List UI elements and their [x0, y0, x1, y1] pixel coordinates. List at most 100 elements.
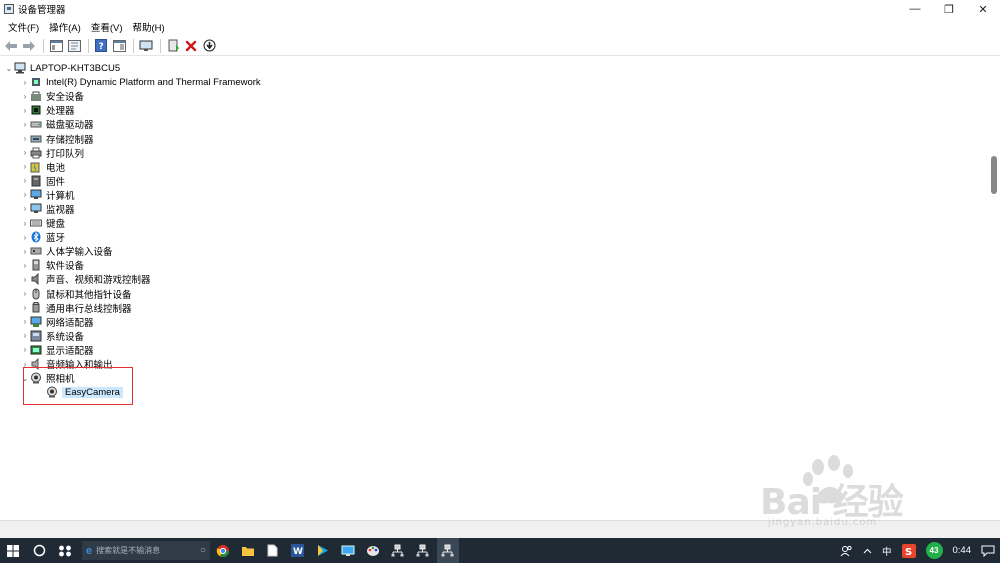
tree-category[interactable]: › 蓝牙	[4, 230, 261, 244]
expand-chevron-icon[interactable]: ›	[20, 92, 30, 101]
notification-badge[interactable]: 43	[921, 538, 948, 563]
device-manager-taskbar-icon-active[interactable]	[436, 538, 459, 563]
tree-category[interactable]: › 系统设备	[4, 329, 261, 343]
taskbar-search-box[interactable]: e 搜索就是不输消息 ○	[82, 541, 210, 560]
tree-category[interactable]: › 存储控制器	[4, 131, 261, 146]
expand-chevron-icon[interactable]: ›	[20, 134, 30, 143]
file-explorer-icon[interactable]	[237, 538, 259, 563]
expand-chevron-icon[interactable]: ›	[20, 190, 30, 199]
toolbar-separator	[160, 38, 161, 53]
expand-chevron-icon[interactable]: ›	[20, 360, 30, 369]
expand-chevron-icon[interactable]: ›	[20, 289, 30, 298]
tree-category[interactable]: › 监视器	[4, 202, 261, 216]
monitor-scan-icon[interactable]	[138, 38, 154, 54]
expand-chevron-icon[interactable]: ›	[20, 331, 30, 340]
forward-arrow-icon[interactable]	[21, 38, 37, 54]
expand-chevron-icon[interactable]: ›	[20, 162, 30, 171]
device-manager-taskbar-icon[interactable]	[387, 538, 409, 563]
category-label: 固件	[46, 176, 66, 188]
category-label: 网络适配器	[46, 317, 94, 329]
expand-chevron-icon[interactable]: ›	[20, 106, 30, 115]
back-arrow-icon[interactable]	[3, 38, 19, 54]
expand-chevron-icon[interactable]: ›	[20, 303, 30, 312]
display-icon	[30, 344, 42, 356]
tree-category[interactable]: › 显示适配器	[4, 343, 261, 357]
show-hide-console-icon[interactable]	[66, 38, 82, 54]
expand-chevron-icon[interactable]: ›	[20, 120, 30, 129]
ime-indicator[interactable]: 中	[877, 538, 897, 563]
properties-pane-icon[interactable]	[48, 38, 64, 54]
expand-chevron-icon[interactable]: ›	[20, 148, 30, 157]
help-icon[interactable]: ?	[93, 38, 109, 54]
tree-category[interactable]: › 软件设备	[4, 258, 261, 272]
category-label: 声音、视频和游戏控制器	[46, 275, 151, 287]
show-action-pane-icon[interactable]	[111, 38, 127, 54]
uninstall-device-icon[interactable]	[183, 38, 199, 54]
restore-button[interactable]: ❐	[932, 0, 966, 18]
category-label: 鼠标和其他指针设备	[46, 289, 132, 301]
scrollbar-thumb[interactable]	[991, 156, 997, 194]
minimize-button[interactable]: —	[898, 0, 932, 18]
close-button[interactable]: ✕	[966, 0, 1000, 18]
collapse-chevron-icon[interactable]: ⌄	[4, 64, 14, 73]
title-bar: 设备管理器 — ❐ ✕	[0, 0, 1000, 18]
expand-chevron-icon[interactable]: ›	[20, 261, 30, 270]
expand-chevron-icon[interactable]: ›	[20, 219, 30, 228]
document-icon[interactable]	[262, 538, 284, 563]
tree-category[interactable]: › 声音、视频和游戏控制器	[4, 272, 261, 286]
tree-category-camera[interactable]: ⌄ 照相机	[4, 371, 261, 385]
collapse-chevron-icon[interactable]: ⌄	[20, 374, 30, 383]
tree-category[interactable]: › 电池	[4, 160, 261, 174]
processor-icon	[30, 104, 42, 116]
remote-desktop-icon[interactable]	[337, 538, 359, 563]
tree-category[interactable]: › Intel(R) Dynamic Platform and Thermal F…	[4, 75, 261, 89]
download-driver-icon[interactable]	[201, 38, 217, 54]
expand-chevron-icon[interactable]: ›	[20, 275, 30, 284]
chevron-up-icon[interactable]	[858, 538, 877, 563]
clock[interactable]: 0:44	[948, 538, 977, 563]
tree-category[interactable]: › 通用串行总线控制器	[4, 301, 261, 315]
expand-chevron-icon[interactable]: ›	[20, 317, 30, 326]
tree-category[interactable]: › 计算机	[4, 188, 261, 202]
camera-icon	[46, 386, 58, 398]
system-tray: 中 S 43 0:44	[835, 538, 1000, 563]
tree-category[interactable]: › 固件	[4, 174, 261, 188]
tree-category[interactable]: › 打印队列	[4, 146, 261, 160]
security-icon	[30, 90, 42, 102]
chrome-icon[interactable]	[212, 538, 234, 563]
tree-category[interactable]: › 键盘	[4, 216, 261, 231]
expand-chevron-icon[interactable]: ›	[20, 204, 30, 213]
expand-chevron-icon[interactable]: ›	[20, 233, 30, 242]
tree-category[interactable]: › 安全设备	[4, 89, 261, 103]
tree-category[interactable]: › 网络适配器	[4, 315, 261, 329]
update-driver-icon[interactable]	[165, 38, 181, 54]
sogou-ime-icon[interactable]: S	[897, 538, 921, 563]
menu-file[interactable]: 文件(F)	[3, 20, 44, 34]
word-icon[interactable]: W	[287, 538, 309, 563]
people-icon[interactable]	[835, 538, 858, 563]
media-player-icon[interactable]	[312, 538, 334, 563]
action-center-icon[interactable]	[976, 538, 1000, 563]
expand-chevron-icon[interactable]: ›	[20, 176, 30, 185]
device-manager-taskbar-icon[interactable]	[412, 538, 434, 563]
paint-icon[interactable]	[362, 538, 384, 563]
tree-category[interactable]: › 人体学输入设备	[4, 244, 261, 259]
tree-root[interactable]: ⌄ LAPTOP-KHT3BCU5	[4, 61, 261, 75]
network-icon	[30, 316, 42, 328]
tree-category[interactable]: › 鼠标和其他指针设备	[4, 287, 261, 301]
windows-start-icon[interactable]	[0, 538, 26, 563]
expand-chevron-icon[interactable]: ›	[20, 345, 30, 354]
expand-chevron-icon[interactable]: ›	[20, 247, 30, 256]
menu-view[interactable]: 查看(V)	[86, 20, 128, 34]
usb-icon	[30, 301, 42, 314]
menu-help[interactable]: 帮助(H)	[127, 20, 169, 34]
menu-action[interactable]: 操作(A)	[44, 20, 86, 34]
task-view-icon[interactable]	[52, 538, 78, 563]
vertical-scrollbar[interactable]	[990, 58, 998, 520]
cortana-icon[interactable]	[26, 538, 52, 563]
tree-category[interactable]: › 磁盘驱动器	[4, 117, 261, 132]
tree-device-easycamera[interactable]: EasyCamera	[4, 385, 261, 399]
expand-chevron-icon[interactable]: ›	[20, 78, 30, 87]
tree-category[interactable]: › 音频输入和输出	[4, 357, 261, 371]
tree-category[interactable]: › 处理器	[4, 103, 261, 117]
